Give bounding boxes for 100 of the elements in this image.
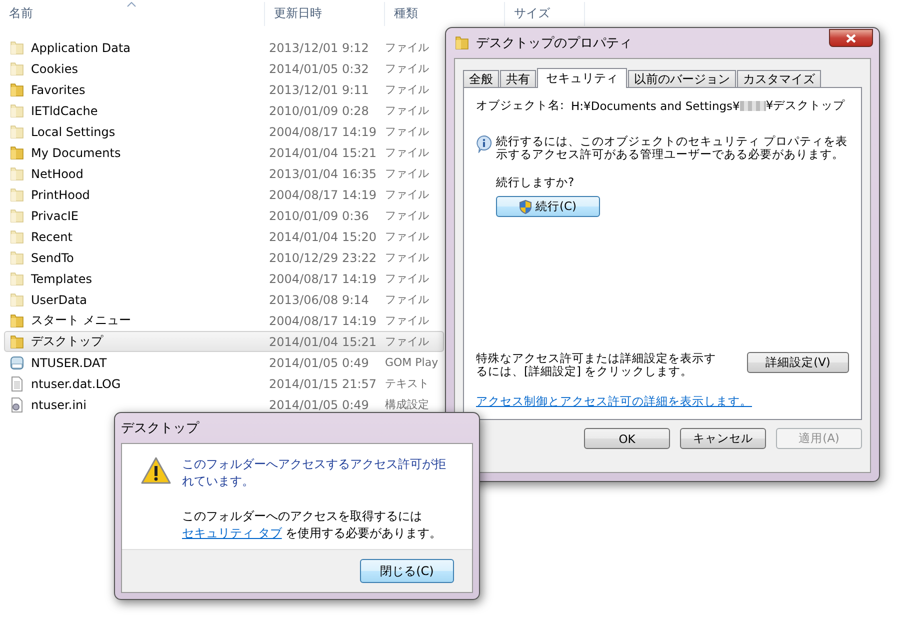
object-path: H:¥Documents and Settings¥ — [571, 98, 740, 112]
file-type: ファイル — [385, 250, 430, 265]
file-type: 構成設定 — [385, 397, 430, 412]
file-name: UserData — [31, 292, 88, 306]
file-name: Local Settings — [31, 124, 116, 138]
dialog-button[interactable]: キャンセル — [680, 428, 766, 449]
file-name: Cookies — [31, 62, 78, 76]
modified-date: 2014/01/05 0:32 — [268, 62, 370, 76]
modified-date: 2010/01/09 0:28 — [268, 104, 370, 118]
column-header[interactable]: 名前 — [0, 2, 265, 26]
file-name: Recent — [31, 230, 72, 244]
modified-date: 2014/01/04 15:20 — [268, 230, 378, 244]
confirm-question: 続行しますか? — [496, 175, 576, 190]
modified-date: 2004/08/17 14:19 — [268, 314, 378, 328]
info-icon — [476, 135, 492, 153]
file-type: ファイル — [385, 292, 430, 307]
hint-text: このフォルダーへのアクセスを取得するには セキュリティ タブ を使用する必要があります。 — [182, 508, 443, 542]
file-row[interactable]: スタート メニュー 2004/08/17 14:19 ファイル — [4, 310, 444, 331]
file-type: ファイル — [385, 145, 430, 160]
security-tab-link[interactable]: セキュリティ タブ — [182, 526, 282, 540]
info-message: 続行するには、このオブジェクトのセキュリティ プロパティを表示するアクセス許可がある管理ユーザーである必要があります。 — [496, 135, 849, 161]
folder-icon — [454, 35, 470, 51]
file-name: ntuser.dat.LOG — [31, 376, 121, 390]
modified-date: 2010/01/09 0:36 — [268, 208, 370, 222]
continue-button[interactable]: 続行(C) — [496, 196, 600, 217]
file-name: NetHood — [31, 166, 84, 180]
shield-icon — [519, 200, 532, 214]
file-row[interactable]: Local Settings 2004/08/17 14:19 ファイル — [4, 121, 444, 142]
modified-date: 2004/08/17 14:19 — [268, 272, 378, 286]
file-type: ファイル — [385, 313, 430, 328]
file-name: My Documents — [31, 146, 121, 160]
file-row[interactable]: SendTo 2010/12/29 23:22 ファイル — [4, 247, 444, 268]
file-type: ファイル — [385, 40, 430, 55]
file-row[interactable]: Recent 2014/01/04 15:20 ファイル — [4, 226, 444, 247]
file-type: ファイル — [385, 229, 430, 244]
modified-date: 2013/12/01 9:12 — [268, 40, 370, 54]
modified-date: 2013/12/01 9:11 — [268, 82, 370, 96]
tab[interactable]: 共有 — [500, 70, 536, 87]
close-button[interactable] — [829, 29, 873, 47]
file-row[interactable]: デスクトップ 2014/01/04 15:21 ファイル — [4, 331, 444, 352]
tab[interactable]: セキュリティ — [537, 68, 627, 88]
file-row[interactable]: My Documents 2014/01/04 15:21 ファイル — [4, 142, 444, 163]
help-link[interactable]: アクセス制御とアクセス許可の詳細を表示します。 — [476, 394, 849, 409]
file-row[interactable]: UserData 2013/06/08 9:14 ファイル — [4, 289, 444, 310]
column-header[interactable]: サイズ — [505, 2, 585, 26]
error-message: れています。 — [182, 473, 255, 490]
file-type: GOM Play — [385, 356, 440, 369]
file-name: NTUSER.DAT — [31, 356, 107, 370]
redacted-mosaic — [740, 100, 766, 110]
file-row[interactable]: ntuser.ini 2014/01/05 0:49 構成設定 — [4, 394, 444, 415]
close-icon — [846, 34, 856, 42]
file-name: Application Data — [31, 40, 131, 54]
document-icon — [9, 354, 25, 370]
warning-icon — [140, 456, 172, 486]
object-name-label: オブジェクト名: — [476, 98, 565, 113]
file-row[interactable]: NTUSER.DAT 2014/01/05 0:49 GOM Play — [4, 352, 444, 373]
error-message: このフォルダーへアクセスするアクセス許可が拒 — [182, 456, 447, 473]
modified-date: 2004/08/17 14:19 — [268, 188, 378, 202]
file-type: ファイル — [385, 124, 430, 139]
text-file-icon — [9, 376, 25, 392]
file-type: テキスト — [385, 376, 430, 391]
column-header[interactable]: 種類 — [385, 2, 505, 26]
modified-date: 2014/01/05 0:49 — [268, 398, 370, 412]
file-row[interactable]: Cookies 2014/01/05 0:32 ファイル — [4, 58, 444, 79]
tab[interactable]: 全般 — [463, 70, 499, 87]
file-type: ファイル — [385, 187, 430, 202]
file-row[interactable]: PrintHood 2004/08/17 14:19 ファイル — [4, 184, 444, 205]
file-row[interactable]: Application Data 2013/12/01 9:12 ファイル — [4, 37, 444, 58]
file-name: PrintHood — [31, 188, 90, 202]
file-name: IETldCache — [31, 104, 98, 118]
close-dialog-button[interactable]: 閉じる(C) — [360, 559, 454, 583]
file-name: PrivacIE — [31, 208, 78, 222]
file-row[interactable]: Favorites 2013/12/01 9:11 ファイル — [4, 79, 444, 100]
file-type: ファイル — [385, 208, 430, 223]
object-path: ¥デスクトップ — [766, 98, 846, 113]
column-header[interactable]: 更新日時 — [265, 2, 385, 26]
tab[interactable]: カスタマイズ — [737, 70, 821, 87]
modified-date: 2014/01/04 15:21 — [268, 334, 378, 348]
dialog-button[interactable]: OK — [584, 428, 670, 449]
file-name: スタート メニュー — [31, 312, 131, 329]
file-row[interactable]: IETldCache 2010/01/09 0:28 ファイル — [4, 100, 444, 121]
file-name: ntuser.ini — [31, 398, 86, 412]
advanced-button[interactable]: 詳細設定(V) — [747, 352, 849, 373]
window-title: デスクトップのプロパティ — [476, 35, 632, 52]
modified-date: 2014/01/05 0:49 — [268, 356, 370, 370]
modified-date: 2013/06/08 9:14 — [268, 292, 370, 306]
file-name: Favorites — [31, 82, 86, 96]
file-row[interactable]: NetHood 2013/01/04 16:35 ファイル — [4, 163, 444, 184]
file-type: ファイル — [385, 61, 430, 76]
file-name: SendTo — [31, 250, 74, 264]
tab[interactable]: 以前のバージョン — [628, 70, 736, 87]
file-row[interactable]: PrivacIE 2010/01/09 0:36 ファイル — [4, 205, 444, 226]
modified-date: 2013/01/04 16:35 — [268, 166, 378, 180]
modified-date: 2014/01/04 15:21 — [268, 146, 378, 160]
file-name: デスクトップ — [31, 333, 103, 350]
file-row[interactable]: ntuser.dat.LOG 2014/01/15 21:57 テキスト — [4, 373, 444, 394]
file-row[interactable]: Templates 2004/08/17 14:19 ファイル — [4, 268, 444, 289]
modified-date: 2010/12/29 23:22 — [268, 250, 378, 264]
file-type: ファイル — [385, 334, 430, 349]
modified-date: 2014/01/15 21:57 — [268, 376, 378, 390]
